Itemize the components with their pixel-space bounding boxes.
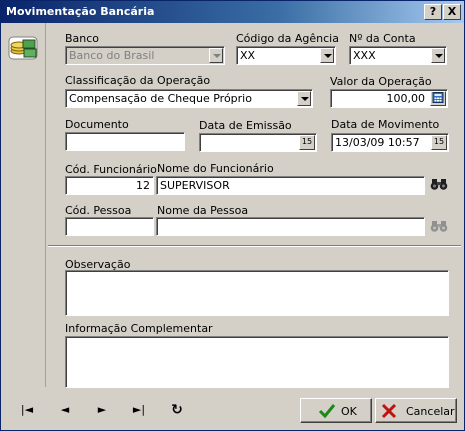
cod-pessoa-label: Cód. Pessoa — [65, 204, 132, 217]
data-movimento-input[interactable]: 13/03/09 10:57 15 — [331, 133, 449, 152]
cod-pessoa-input[interactable] — [65, 217, 154, 236]
title-bar[interactable]: Movimentação Bancária ? X — [1, 1, 464, 23]
nav-next-button[interactable]: ► — [92, 400, 112, 420]
num-conta-value: XXX — [353, 49, 376, 62]
observacao-textarea[interactable] — [65, 270, 449, 316]
codigo-agencia-value: XX — [240, 49, 256, 62]
info-complementar-textarea[interactable] — [65, 336, 449, 388]
codigo-agencia-select[interactable]: XX — [236, 46, 336, 65]
nome-funcionario-input[interactable]: SUPERVISOR — [156, 176, 425, 195]
nome-funcionario-label: Nome do Funcionário — [157, 162, 274, 175]
classificacao-label: Classificação da Operação — [65, 74, 211, 87]
banco-value: Banco do Brasil — [69, 49, 155, 62]
nav-first-button[interactable]: |◄ — [17, 400, 37, 420]
banco-select[interactable]: Banco do Brasil — [65, 46, 225, 65]
valor-label: Valor da Operação — [330, 75, 432, 88]
ok-label: OK — [341, 405, 357, 418]
nome-funcionario-value: SUPERVISOR — [160, 179, 230, 192]
valor-input[interactable]: 100,00 — [330, 89, 448, 108]
cancel-label: Cancelar — [406, 405, 455, 418]
nav-prev-button[interactable]: ◄ — [55, 400, 75, 420]
data-emissao-label: Data de Emissão — [199, 119, 292, 132]
num-conta-select[interactable]: XXX — [349, 46, 447, 65]
close-button[interactable]: X — [443, 4, 461, 20]
data-emissao-input[interactable]: 15 — [199, 133, 317, 152]
ok-button[interactable]: OK — [300, 398, 372, 423]
nome-pessoa-input[interactable] — [156, 217, 425, 236]
window-title: Movimentação Bancária — [6, 5, 155, 18]
money-stack-icon — [8, 36, 38, 60]
cod-funcionario-label: Cód. Funcionário — [65, 163, 157, 176]
chevron-down-icon[interactable] — [431, 48, 445, 63]
check-icon — [318, 404, 336, 419]
binoculars-icon[interactable] — [430, 177, 448, 191]
info-complementar-label: Informação Complementar — [65, 322, 213, 335]
codigo-agencia-label: Código da Agência — [236, 32, 339, 45]
separator — [48, 245, 461, 247]
valor-value: 100,00 — [386, 92, 426, 105]
binoculars-icon — [430, 221, 448, 232]
refresh-button[interactable]: ↻ — [167, 400, 187, 420]
banco-label: Banco — [65, 32, 100, 45]
data-movimento-value: 13/03/09 10:57 — [335, 136, 420, 149]
documento-label: Documento — [65, 118, 129, 131]
nome-pessoa-label: Nome da Pessoa — [157, 204, 249, 217]
chevron-down-icon[interactable] — [209, 48, 223, 63]
sidebar — [1, 23, 46, 387]
calendar-icon[interactable]: 15 — [299, 135, 315, 150]
data-movimento-label: Data de Movimento — [331, 118, 440, 131]
cancel-button[interactable]: Cancelar — [375, 398, 457, 423]
documento-input[interactable] — [65, 132, 185, 151]
chevron-down-icon[interactable] — [297, 91, 311, 106]
cod-funcionario-value: 12 — [136, 179, 150, 192]
x-icon — [381, 403, 397, 419]
num-conta-label: Nº da Conta — [349, 32, 416, 45]
calculator-icon[interactable] — [430, 91, 446, 106]
dialog-window: Movimentação Bancária ? X Banco Banco do… — [0, 0, 465, 431]
nav-last-button[interactable]: ►| — [129, 400, 149, 420]
classificacao-value: Compensação de Cheque Próprio — [69, 92, 252, 105]
classificacao-select[interactable]: Compensação de Cheque Próprio — [65, 89, 313, 108]
cod-funcionario-input[interactable]: 12 — [65, 176, 154, 195]
calendar-icon[interactable]: 15 — [431, 135, 447, 150]
help-button[interactable]: ? — [424, 4, 442, 20]
chevron-down-icon[interactable] — [320, 48, 334, 63]
